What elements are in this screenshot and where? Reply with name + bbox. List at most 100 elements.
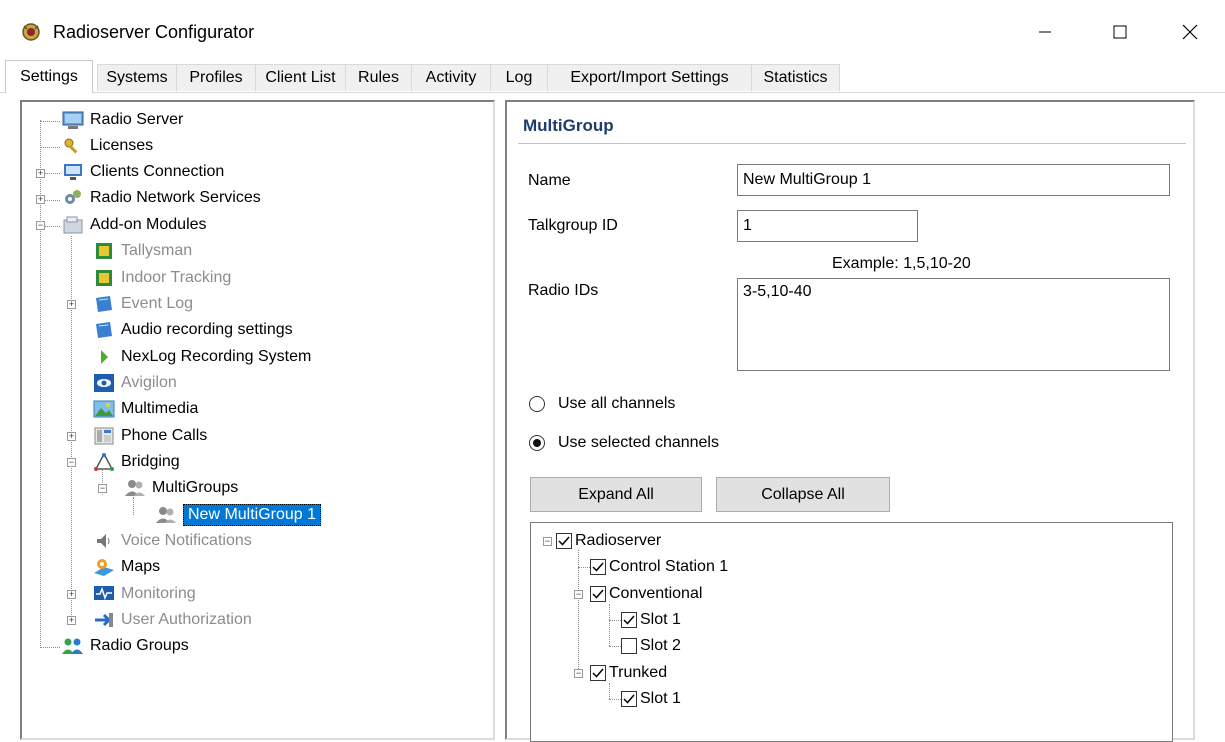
tree-item-multimedia[interactable]: Multimedia bbox=[93, 398, 198, 420]
channel-item-trunked-slot-1[interactable]: Slot 1 bbox=[621, 688, 681, 710]
blue-sheet-icon bbox=[96, 296, 112, 312]
people-icon bbox=[62, 638, 83, 654]
radio-ids-label: Radio IDs bbox=[528, 282, 599, 299]
use-all-channels-radio[interactable]: Use all channels bbox=[529, 395, 675, 413]
collapse-toggle[interactable]: − bbox=[36, 221, 45, 230]
close-icon bbox=[1182, 24, 1198, 40]
eye-icon bbox=[94, 374, 114, 392]
tree-connector bbox=[609, 683, 610, 699]
talkgroup-id-input[interactable] bbox=[737, 210, 918, 242]
channel-item-control-station-1[interactable]: Control Station 1 bbox=[590, 556, 728, 578]
bridge-icon bbox=[94, 453, 114, 471]
tree-item-add-on-modules[interactable]: Add-on Modules bbox=[62, 214, 207, 236]
expand-toggle[interactable]: + bbox=[67, 300, 76, 309]
checkbox-checked-icon[interactable] bbox=[621, 691, 637, 707]
collapse-toggle[interactable]: − bbox=[67, 458, 76, 467]
tree-item-monitoring[interactable]: Monitoring bbox=[93, 583, 196, 605]
name-label: Name bbox=[528, 172, 571, 189]
title-bar: Radioserver Configurator bbox=[0, 0, 1225, 60]
expand-all-button[interactable]: Expand All bbox=[530, 477, 702, 512]
use-selected-channels-radio[interactable]: Use selected channels bbox=[529, 434, 719, 452]
minimize-button[interactable] bbox=[1015, 10, 1075, 54]
tree-item-licenses[interactable]: Licenses bbox=[62, 135, 153, 157]
radio-ids-textarea[interactable]: 3-5,10-40 bbox=[737, 278, 1170, 371]
tree-item-tallysman[interactable]: Tallysman bbox=[93, 240, 192, 262]
monitor-icon bbox=[94, 586, 114, 601]
checkbox-checked-icon[interactable] bbox=[556, 533, 572, 549]
phone-icon bbox=[94, 427, 114, 445]
expand-toggle[interactable]: + bbox=[36, 169, 45, 178]
tab-systems[interactable]: Systems bbox=[97, 64, 177, 91]
section-title: MultiGroup bbox=[523, 116, 614, 135]
tree-item-multigroups[interactable]: MultiGroups bbox=[124, 477, 238, 499]
channel-item-conventional-slot-1[interactable]: Slot 1 bbox=[621, 609, 681, 631]
checkbox-checked-icon[interactable] bbox=[590, 559, 606, 575]
tree-item-radio-network-services[interactable]: Radio Network Services bbox=[62, 187, 261, 209]
use-all-channels-label: Use all channels bbox=[558, 395, 676, 412]
checkbox-checked-icon[interactable] bbox=[590, 586, 606, 602]
checkbox-checked-icon[interactable] bbox=[590, 665, 606, 681]
tree-item-user-authorization[interactable]: User Authorization bbox=[93, 609, 252, 631]
tab-export-import-settings[interactable]: Export/Import Settings bbox=[547, 64, 752, 91]
tree-item-indoor-tracking[interactable]: Indoor Tracking bbox=[93, 267, 231, 289]
tree-connector bbox=[609, 604, 610, 646]
collapse-toggle[interactable]: − bbox=[543, 537, 552, 546]
users-icon bbox=[156, 507, 176, 523]
tree-item-voice-notifications[interactable]: Voice Notifications bbox=[93, 530, 252, 552]
app-logo-icon bbox=[22, 23, 40, 41]
tree-item-clients-connection[interactable]: Clients Connection bbox=[62, 161, 224, 183]
minimize-icon bbox=[1039, 31, 1051, 33]
collapse-all-button[interactable]: Collapse All bbox=[716, 477, 890, 512]
checkbox-checked-icon[interactable] bbox=[621, 612, 637, 628]
chip-icon bbox=[96, 270, 112, 286]
name-input[interactable] bbox=[737, 164, 1170, 196]
tree-item-bridging[interactable]: Bridging bbox=[93, 451, 180, 473]
key-icon bbox=[64, 138, 78, 154]
tab-statistics[interactable]: Statistics bbox=[751, 64, 840, 91]
collapse-toggle[interactable]: − bbox=[98, 484, 107, 493]
checkbox-unchecked-icon[interactable] bbox=[621, 638, 637, 654]
tree-connector bbox=[578, 550, 579, 677]
radio-ids-example-hint: Example: 1,5,10-20 bbox=[832, 255, 971, 272]
tree-connector bbox=[40, 121, 60, 122]
tree-connector bbox=[40, 647, 60, 648]
tree-connector bbox=[45, 173, 60, 174]
close-button[interactable] bbox=[1160, 10, 1220, 54]
channel-item-conventional-slot-2[interactable]: Slot 2 bbox=[621, 635, 681, 657]
green-arrow-icon bbox=[101, 350, 108, 364]
tree-item-avigilon[interactable]: Avigilon bbox=[93, 372, 177, 394]
tab-log[interactable]: Log bbox=[490, 64, 548, 91]
tree-item-maps[interactable]: Maps bbox=[93, 556, 160, 578]
modules-icon bbox=[63, 216, 83, 234]
tree-item-nexlog-recording-system[interactable]: NexLog Recording System bbox=[93, 346, 311, 368]
tab-rules[interactable]: Rules bbox=[345, 64, 412, 91]
channel-item-conventional[interactable]: Conventional bbox=[590, 583, 702, 605]
speaker-icon bbox=[97, 534, 110, 548]
maximize-button[interactable] bbox=[1090, 10, 1150, 54]
tab-settings[interactable]: Settings bbox=[5, 60, 93, 93]
channel-item-trunked[interactable]: Trunked bbox=[590, 662, 667, 684]
tab-activity[interactable]: Activity bbox=[411, 64, 491, 91]
expand-toggle[interactable]: + bbox=[36, 195, 45, 204]
expand-toggle[interactable]: + bbox=[67, 432, 76, 441]
tree-connector bbox=[609, 699, 621, 700]
collapse-toggle[interactable]: − bbox=[574, 669, 583, 678]
tab-client-list[interactable]: Client List bbox=[255, 64, 346, 91]
radio-checked-icon bbox=[529, 435, 545, 451]
tree-item-new-multigroup-1[interactable]: New MultiGroup 1 bbox=[155, 504, 322, 526]
use-selected-channels-label: Use selected channels bbox=[558, 434, 719, 451]
tree-connector bbox=[609, 646, 621, 647]
expand-toggle[interactable]: + bbox=[67, 616, 76, 625]
channel-item-radioserver[interactable]: Radioserver bbox=[556, 530, 661, 552]
tree-item-event-log[interactable]: Event Log bbox=[93, 293, 193, 315]
tree-item-audio-recording-settings[interactable]: Audio recording settings bbox=[93, 319, 293, 341]
expand-toggle[interactable]: + bbox=[67, 590, 76, 599]
users-icon bbox=[125, 480, 145, 496]
collapse-toggle[interactable]: − bbox=[574, 590, 583, 599]
tree-connector bbox=[133, 497, 134, 515]
tree-item-radio-server[interactable]: Radio Server bbox=[62, 109, 183, 131]
tree-item-radio-groups[interactable]: Radio Groups bbox=[62, 635, 189, 657]
tree-item-phone-calls[interactable]: Phone Calls bbox=[93, 425, 207, 447]
map-icon bbox=[94, 559, 114, 576]
tab-profiles[interactable]: Profiles bbox=[176, 64, 256, 91]
